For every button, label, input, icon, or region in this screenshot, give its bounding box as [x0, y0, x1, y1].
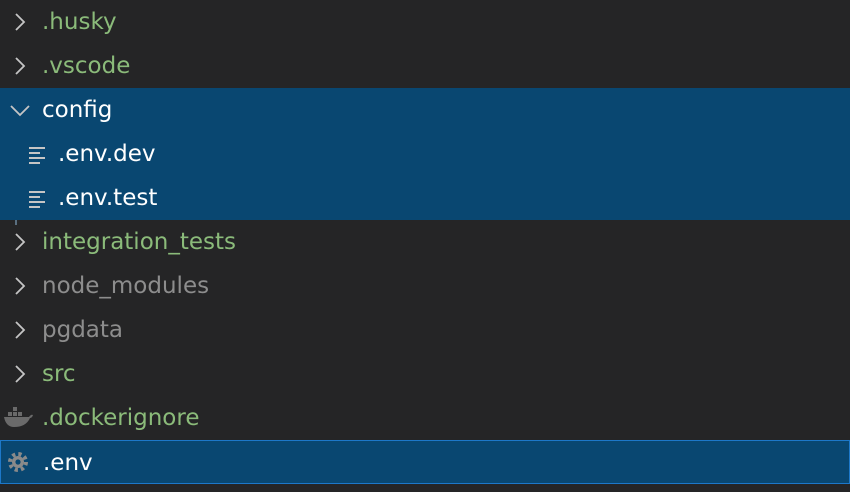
tree-item-label: pgdata	[42, 317, 124, 343]
docker-icon	[4, 407, 33, 427]
file-explorer-tree: .husky .vscode config .env.dev .env.test…	[0, 0, 850, 492]
chevron-right-icon[interactable]	[8, 318, 32, 342]
tree-item-pgdata[interactable]: pgdata	[0, 308, 850, 352]
tree-item-label: .dockerignore	[42, 405, 200, 431]
file-lines-icon	[29, 147, 45, 164]
tree-item-env-test[interactable]: .env.test	[0, 176, 850, 220]
tree-item-label: node_modules	[42, 273, 210, 299]
chevron-right-icon[interactable]	[8, 10, 32, 34]
tree-item-config[interactable]: config	[0, 88, 850, 132]
chevron-right-icon[interactable]	[8, 274, 32, 298]
tree-item-dockerignore[interactable]: .dockerignore	[0, 396, 850, 440]
tree-item-label: .vscode	[42, 53, 131, 79]
chevron-right-icon[interactable]	[8, 54, 32, 78]
tree-item-vscode[interactable]: .vscode	[0, 44, 850, 88]
gear-icon	[8, 452, 28, 472]
tree-item-label: .env.test	[58, 185, 158, 211]
tree-item-node-modules[interactable]: node_modules	[0, 264, 850, 308]
tree-item-integration-tests[interactable]: integration_tests	[0, 220, 850, 264]
tree-item-label: .env.dev	[58, 141, 156, 167]
chevron-right-icon[interactable]	[8, 362, 32, 386]
tree-item-husky[interactable]: .husky	[0, 0, 850, 44]
tree-item-env[interactable]: .env	[0, 440, 850, 484]
tree-item-src[interactable]: src	[0, 352, 850, 396]
file-lines-icon	[29, 191, 45, 208]
tree-item-label: config	[42, 97, 113, 123]
chevron-right-icon[interactable]	[8, 230, 32, 254]
tree-item-label: integration_tests	[42, 229, 236, 255]
tree-item-label: src	[42, 361, 76, 387]
tree-item-env-dev[interactable]: .env.dev	[0, 132, 850, 176]
tree-item-label: .husky	[42, 9, 117, 35]
tree-item-label: .env	[43, 450, 93, 476]
chevron-down-icon[interactable]	[8, 98, 32, 122]
